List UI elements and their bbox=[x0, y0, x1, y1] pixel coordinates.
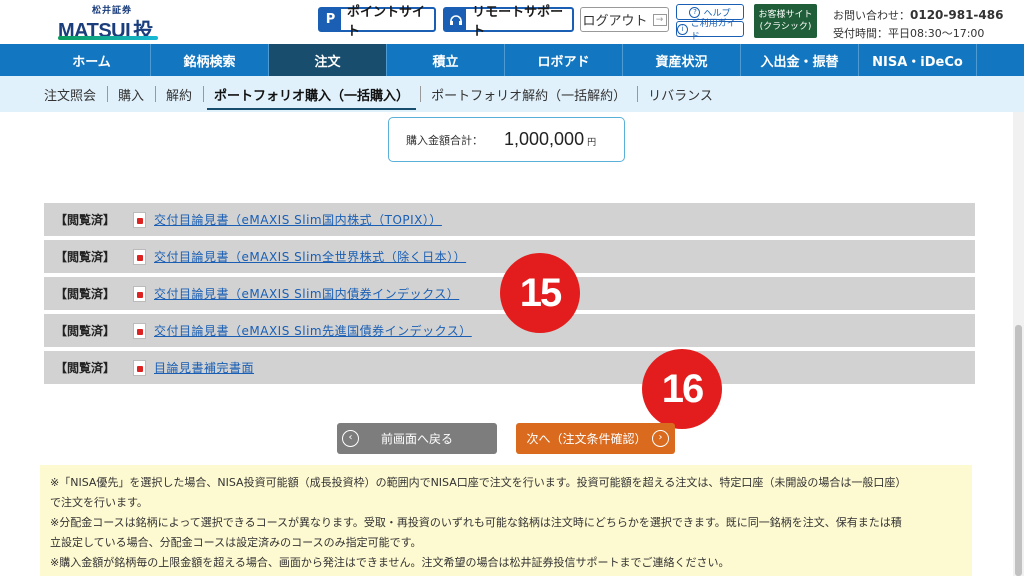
nav-item-deposit-transfer[interactable]: 入出金・振替 bbox=[741, 44, 859, 76]
pdf-icon bbox=[133, 285, 146, 302]
nav-item-assets[interactable]: 資産状況 bbox=[623, 44, 741, 76]
subnav-rebalance[interactable]: リバランス bbox=[637, 76, 724, 112]
matsui-logo[interactable]: 松井証券 MATSUI投信 bbox=[58, 3, 158, 71]
subnav-redemption[interactable]: 解約 bbox=[155, 76, 203, 112]
logout-arrow-icon: → bbox=[652, 13, 667, 26]
classic-label-line2: (クラシック) bbox=[759, 22, 812, 32]
remote-support-button[interactable]: リモートサポート bbox=[443, 5, 574, 39]
step-badge-15: 15 bbox=[500, 253, 580, 333]
viewed-status: 【閲覧済】 bbox=[55, 324, 116, 338]
list-item: 【閲覧済】 交付目論見書（eMAXIS Slim国内株式（TOPIX）） bbox=[44, 203, 975, 236]
pdf-icon bbox=[133, 322, 146, 339]
classic-site-button[interactable]: お客様サイト (クラシック) bbox=[754, 4, 817, 38]
headset-icon bbox=[445, 9, 467, 30]
subnav-portfolio-redemption[interactable]: ポートフォリオ解約（一括解約） bbox=[420, 76, 637, 112]
back-button[interactable]: ‹ 前画面へ戻る bbox=[337, 423, 497, 454]
logo-swoosh-icon bbox=[58, 36, 158, 40]
subnav-order-inquiry[interactable]: 注文照会 bbox=[33, 76, 107, 112]
logout-button[interactable]: ログアウト → bbox=[580, 7, 669, 32]
pdf-icon bbox=[133, 359, 146, 376]
subnav-portfolio-purchase[interactable]: ポートフォリオ購入（一括購入） bbox=[203, 76, 420, 112]
subnav-purchase[interactable]: 購入 bbox=[107, 76, 155, 112]
chevron-left-icon: ‹ bbox=[342, 430, 359, 447]
user-guide-button[interactable]: i ご利用ガイド bbox=[676, 19, 744, 42]
point-site-label: ポイントサイト bbox=[347, 4, 426, 39]
point-site-button[interactable]: P ポイントサイト bbox=[318, 5, 436, 39]
contact-phone: 0120-981-486 bbox=[910, 8, 1004, 22]
viewed-status: 【閲覧済】 bbox=[55, 213, 116, 227]
note-line: ※購入金額が銘柄毎の上限金額を超える場合、画面から発注はできません。注文希望の場… bbox=[50, 556, 730, 569]
pdf-icon bbox=[133, 248, 146, 265]
contact-label: お問い合わせ： bbox=[833, 9, 910, 22]
list-item: 【閲覧済】 目論見書補完書面 bbox=[44, 351, 975, 384]
prospectus-link[interactable]: 交付目論見書（eMAXIS Slim先進国債券インデックス） bbox=[154, 322, 472, 339]
purchase-total-box: 購入金額合計： 1,000,000 円 bbox=[388, 117, 625, 162]
prospectus-link[interactable]: 交付目論見書（eMAXIS Slim全世界株式（除く日本）） bbox=[154, 248, 466, 265]
chevron-right-icon: › bbox=[652, 430, 669, 447]
purchase-total-label: 購入金額合計： bbox=[406, 133, 483, 147]
next-button-label: 次へ（注文条件確認） bbox=[526, 432, 647, 446]
point-p-icon: P bbox=[320, 9, 342, 30]
viewed-status: 【閲覧済】 bbox=[55, 287, 116, 301]
main-nav: ホーム 銘柄検索 注文 積立 ロボアド 資産状況 入出金・振替 NISA・iDe… bbox=[0, 44, 1024, 76]
prospectus-link[interactable]: 交付目論見書（eMAXIS Slim国内債券インデックス） bbox=[154, 285, 459, 302]
next-confirm-button[interactable]: 次へ（注文条件確認） › bbox=[516, 423, 675, 454]
nav-item-robo-advisor[interactable]: ロボアド bbox=[505, 44, 623, 76]
guide-book-icon: i bbox=[677, 23, 688, 35]
viewed-status: 【閲覧済】 bbox=[55, 361, 116, 375]
site-header: 松井証券 MATSUI投信 P ポイントサイト リモートサポート ログアウト →… bbox=[0, 0, 1024, 71]
supplement-document-link[interactable]: 目論見書補完書面 bbox=[154, 359, 254, 376]
nav-item-accumulation[interactable]: 積立 bbox=[387, 44, 505, 76]
logout-label: ログアウト bbox=[582, 14, 648, 29]
user-guide-label: ご利用ガイド bbox=[690, 19, 736, 42]
note-line: ※分配金コースは銘柄によって選択できるコースが異なります。受取・再投資のいずれも… bbox=[50, 516, 902, 529]
purchase-total-value: 1,000,000 bbox=[504, 129, 585, 149]
note-line: で注文を行います。 bbox=[50, 496, 148, 509]
contact-hours: 受付時間：平日08:30～17:00 bbox=[833, 27, 985, 40]
remote-support-label: リモートサポート bbox=[472, 4, 564, 39]
scrollbar-thumb[interactable] bbox=[1015, 325, 1022, 576]
sub-nav: 注文照会 購入 解約 ポートフォリオ購入（一括購入） ポートフォリオ解約（一括解… bbox=[0, 76, 1024, 112]
pdf-icon bbox=[133, 211, 146, 228]
note-line: ※「NISA優先」を選択した場合、NISA投資可能額（成長投資枠）の範囲内でNI… bbox=[50, 476, 907, 489]
viewed-status: 【閲覧済】 bbox=[55, 250, 116, 264]
nav-item-order[interactable]: 注文 bbox=[269, 44, 387, 76]
step-badge-16: 16 bbox=[642, 349, 722, 429]
prospectus-link[interactable]: 交付目論見書（eMAXIS Slim国内株式（TOPIX）） bbox=[154, 211, 442, 228]
nav-item-home[interactable]: ホーム bbox=[33, 44, 151, 76]
page-scrollbar[interactable] bbox=[1013, 112, 1024, 576]
classic-label-line1: お客様サイト bbox=[758, 10, 813, 20]
back-button-label: 前画面へ戻る bbox=[380, 432, 453, 446]
note-line: 立設定している場合、分配金コースは設定済みのコースのみ指定可能です。 bbox=[50, 536, 422, 549]
purchase-total-unit: 円 bbox=[587, 138, 597, 148]
nav-item-fund-search[interactable]: 銘柄検索 bbox=[151, 44, 269, 76]
contact-info: お問い合わせ：0120-981-486 受付時間：平日08:30～17:00 bbox=[833, 6, 1003, 43]
notes-panel: ※「NISA優先」を選択した場合、NISA投資可能額（成長投資枠）の範囲内でNI… bbox=[40, 465, 972, 576]
nav-item-nisa-ideco[interactable]: NISA・iDeCo bbox=[859, 44, 977, 76]
